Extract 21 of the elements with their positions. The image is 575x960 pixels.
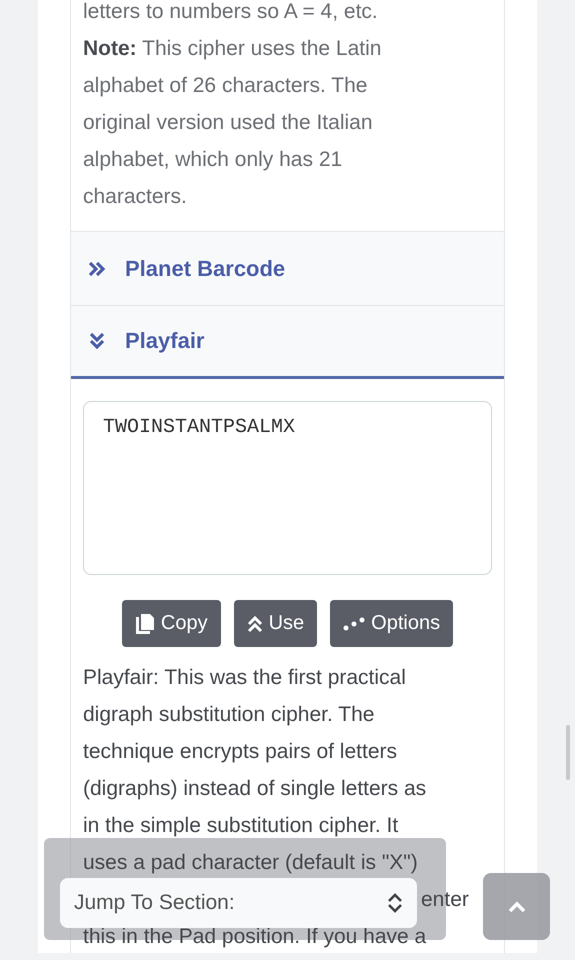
dots-icon [343,616,366,630]
intro-text: letters to numbers so A = 4, etc. [83,0,379,25]
accordion-header[interactable]: Playfair [71,305,504,379]
scrollbar [566,725,570,780]
section-title: Playfair [125,328,204,354]
description-text: Playfair: This was the first practical digraph substitution cipher. The technique encrypts pairs of letters (digraphs) instead of single letters as in the simple substitution cipher. It uses a pad character (default is "X") [83,665,428,876]
copy-button[interactable]: Copy [122,600,221,647]
up-down-chevron-icon [387,893,403,913]
double-chevron-down-icon [87,331,107,351]
caret-up-icon [508,900,526,912]
scroll-top-button[interactable] [483,873,550,940]
copy-icon [134,612,155,634]
section-title: Planet Barcode [125,256,286,282]
use-button[interactable]: Use [234,600,318,647]
note-text: Note: This cipher uses the Latin alphabet of 26 characters. The original version used the Italian alphabet, which only has 21 characters. [83,36,382,210]
output-field[interactable]: TWOINSTANTPSALMX [83,401,492,575]
accordion-header[interactable]: Planet Barcode [71,231,504,305]
description-text: enter [421,888,469,911]
options-button[interactable]: Options [330,600,454,647]
double-chevron-up-icon [246,614,263,632]
jump-select[interactable]: Jump To Section: [60,878,417,928]
